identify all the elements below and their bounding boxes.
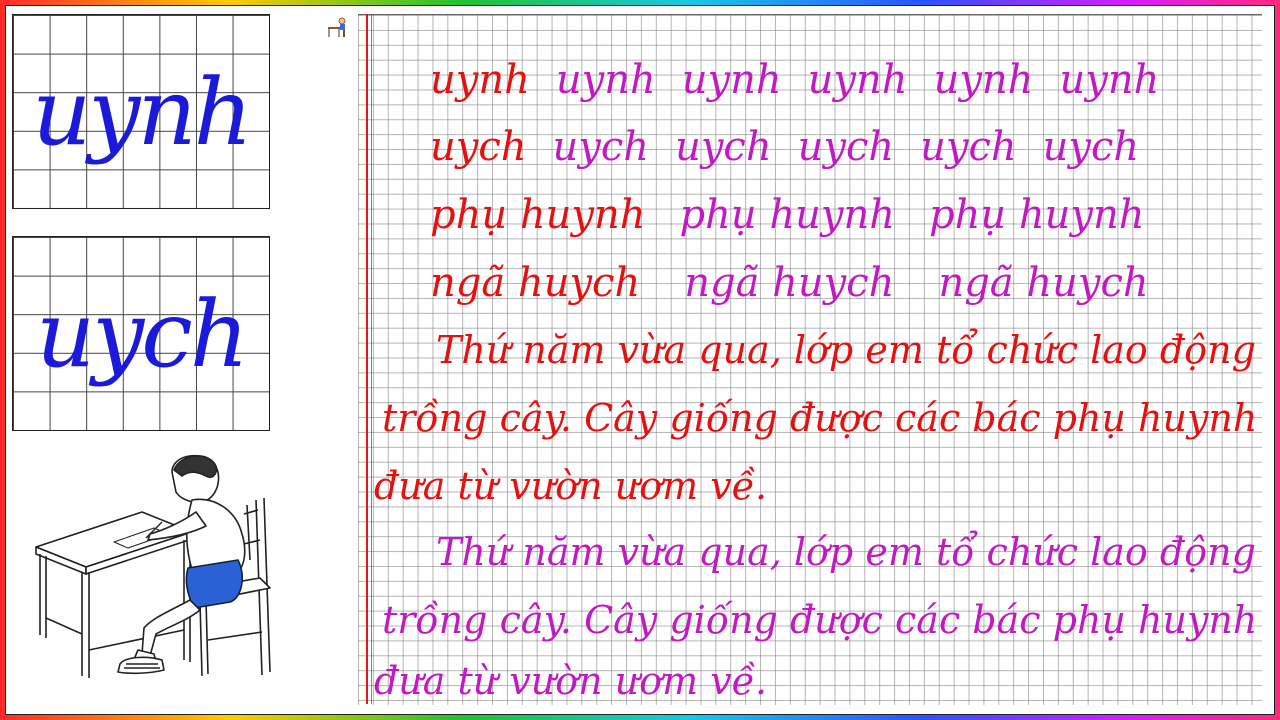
practice-word: phụ huynh xyxy=(430,192,646,238)
practice-word: phụ huynh xyxy=(679,192,896,238)
sample-grid-uych: uych xyxy=(12,236,270,431)
practice-word: phụ huynh xyxy=(929,192,1145,238)
practice-word: uych xyxy=(552,124,650,170)
practice-word: uynh xyxy=(430,57,530,103)
passage-red-line-2: trồng cây. Cây giống được các bác phụ hu… xyxy=(382,396,1258,440)
practice-word: uych xyxy=(920,124,1017,170)
practice-word: uych xyxy=(675,124,772,170)
practice-row-uynh: uynh uynh uynh uynh uynh uynh xyxy=(430,55,1159,105)
practice-word: uynh xyxy=(555,57,656,103)
sample-word-uych: uych xyxy=(35,281,249,388)
practice-word: uynh xyxy=(807,57,908,103)
practice-row-uych: uych uych uych uych uych uych xyxy=(430,122,1139,172)
practice-word: uynh xyxy=(933,57,1034,103)
practice-word: ngã huych xyxy=(684,260,895,306)
practice-row-nga-huych: ngã huych ngã huych ngã huych xyxy=(430,258,1149,308)
passage-red-line-3: đưa từ vườn ươm về. xyxy=(374,464,768,508)
practice-row-phu-huynh: phụ huynh phụ huynh phụ huynh xyxy=(430,190,1145,240)
practice-word: ngã huych xyxy=(938,260,1149,306)
notebook-margin-line xyxy=(366,14,368,704)
passage-magenta-line-3: đưa từ vườn ươm về. xyxy=(374,659,768,703)
practice-word: uych xyxy=(1042,124,1140,170)
practice-word: uynh xyxy=(681,57,782,103)
passage-magenta-line-2: trồng cây. Cây giống được các bác phụ hu… xyxy=(382,598,1258,642)
student-writing-illustration xyxy=(35,454,271,678)
sample-grid-uynh: uynh xyxy=(12,14,270,209)
practice-word: uych xyxy=(797,124,895,170)
notebook-margin-line-inner xyxy=(371,14,372,704)
sample-word-uynh: uynh xyxy=(32,59,253,166)
practice-word: ngã huych xyxy=(430,260,641,306)
practice-word: uych xyxy=(430,124,527,170)
passage-red-line-1: Thứ năm vừa qua, lớp em tổ chức lao động xyxy=(436,328,1256,372)
student-desk-icon xyxy=(328,17,346,37)
practice-word: uynh xyxy=(1059,57,1160,103)
passage-magenta-line-1: Thứ năm vừa qua, lớp em tổ chức lao động xyxy=(436,530,1256,574)
